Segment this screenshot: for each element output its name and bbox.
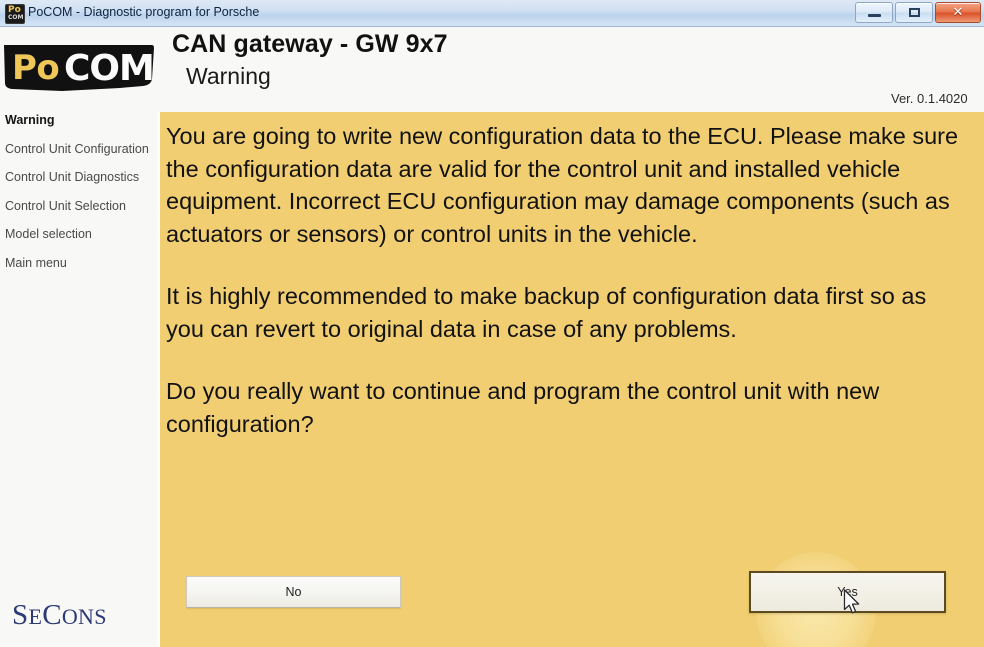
svg-text:Po: Po bbox=[12, 48, 59, 88]
sidebar-item-main-menu[interactable]: Main menu bbox=[4, 255, 154, 273]
warning-paragraph-3: Do you really want to continue and progr… bbox=[166, 378, 880, 437]
sidebar-nav: Warning Control Unit Configuration Contr… bbox=[4, 112, 154, 283]
minimize-button[interactable] bbox=[855, 2, 893, 23]
app-icon-com-text: COM bbox=[8, 14, 24, 21]
sidebar: Warning Control Unit Configuration Contr… bbox=[0, 112, 158, 647]
secons-letters-ons: ONS bbox=[61, 604, 107, 629]
pocom-app-icon: Po COM bbox=[5, 4, 25, 24]
sidebar-item-model-selection[interactable]: Model selection bbox=[4, 226, 154, 244]
secons-brand-logo: SECONS bbox=[12, 599, 107, 632]
secons-letter-e: E bbox=[28, 604, 43, 629]
sidebar-item-control-unit-configuration[interactable]: Control Unit Configuration bbox=[4, 141, 154, 159]
warning-paragraph-1: You are going to write new configuration… bbox=[166, 123, 959, 247]
maximize-icon bbox=[908, 8, 920, 17]
page-title: CAN gateway - GW 9x7 bbox=[172, 30, 448, 58]
page-subtitle: Warning bbox=[186, 63, 271, 89]
warning-panel: You are going to write new configuration… bbox=[160, 112, 984, 647]
svg-text:COM: COM bbox=[64, 48, 154, 89]
secons-letter-s: S bbox=[12, 599, 29, 631]
sidebar-item-control-unit-diagnostics[interactable]: Control Unit Diagnostics bbox=[4, 169, 154, 187]
close-icon: ✕ bbox=[952, 5, 964, 20]
sidebar-item-control-unit-selection[interactable]: Control Unit Selection bbox=[4, 198, 154, 216]
window-title: PoCOM - Diagnostic program for Porsche bbox=[28, 5, 260, 19]
secons-letter-c: C bbox=[42, 599, 62, 631]
no-button[interactable]: No bbox=[186, 576, 401, 608]
minimize-icon bbox=[867, 14, 881, 17]
sidebar-item-warning[interactable]: Warning bbox=[4, 112, 154, 130]
version-label: Ver. 0.1.4020 bbox=[891, 91, 968, 106]
warning-paragraph-2: It is highly recommended to make backup … bbox=[166, 283, 927, 342]
maximize-button[interactable] bbox=[895, 2, 933, 23]
warning-message-body: You are going to write new configuration… bbox=[166, 120, 966, 440]
page-header: Po COM CAN gateway - GW 9x7 Warning Ver.… bbox=[0, 27, 984, 112]
close-button[interactable]: ✕ bbox=[935, 2, 981, 23]
application-window: Po COM PoCOM - Diagnostic program for Po… bbox=[0, 0, 984, 647]
window-titlebar: Po COM PoCOM - Diagnostic program for Po… bbox=[0, 0, 984, 27]
pocom-logo: Po COM bbox=[2, 39, 158, 99]
window-controls: ✕ bbox=[855, 2, 981, 23]
yes-button[interactable]: Yes bbox=[749, 571, 946, 613]
